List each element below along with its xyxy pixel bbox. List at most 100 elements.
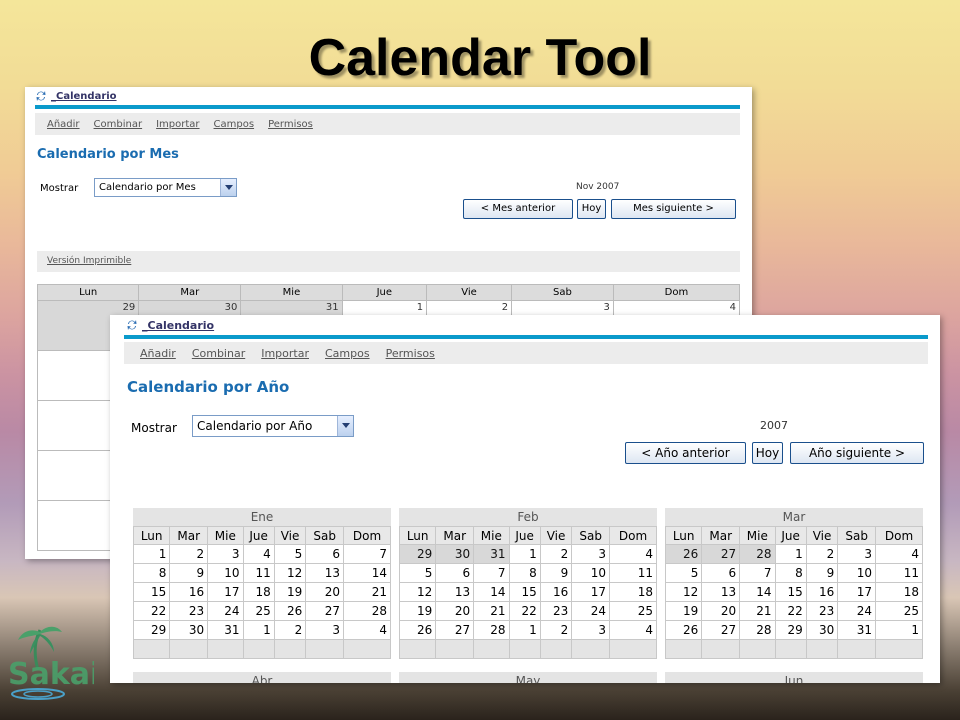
day-cell[interactable]: 20 <box>305 582 345 602</box>
day-cell[interactable]: 9 <box>805 563 839 583</box>
day-cell[interactable]: 3 <box>571 620 611 640</box>
day-cell[interactable]: 2 <box>539 544 573 564</box>
day-cell[interactable]: 12 <box>273 563 307 583</box>
day-cell[interactable]: 29 <box>398 544 437 564</box>
day-cell[interactable]: 16 <box>539 582 573 602</box>
day-cell[interactable]: 18 <box>609 582 657 602</box>
day-cell[interactable]: 20 <box>435 601 475 621</box>
day-cell[interactable] <box>273 639 307 659</box>
day-cell[interactable]: 9 <box>169 563 209 583</box>
month-name[interactable]: Mar <box>665 508 923 526</box>
day-cell[interactable]: 7 <box>739 563 776 583</box>
today-button[interactable]: Hoy <box>752 442 783 464</box>
day-cell[interactable]: 13 <box>305 563 345 583</box>
day-cell[interactable]: 19 <box>273 582 307 602</box>
day-cell[interactable]: 14 <box>473 582 510 602</box>
day-cell[interactable]: 29 <box>132 620 171 640</box>
menu-permissions[interactable]: Permisos <box>268 119 313 130</box>
day-cell[interactable]: 4 <box>242 544 275 564</box>
day-cell[interactable] <box>774 639 807 659</box>
day-cell[interactable]: 1 <box>875 620 923 640</box>
day-cell[interactable]: 3 <box>207 544 244 564</box>
menu-add[interactable]: Añadir <box>140 347 176 360</box>
day-cell[interactable] <box>508 639 541 659</box>
day-cell[interactable]: 31 <box>473 544 510 564</box>
day-cell[interactable]: 4 <box>875 544 923 564</box>
day-cell[interactable]: 31 <box>837 620 877 640</box>
day-cell[interactable]: 2 <box>539 620 573 640</box>
day-cell[interactable]: 12 <box>398 582 437 602</box>
day-cell[interactable] <box>739 639 776 659</box>
day-cell[interactable] <box>701 639 741 659</box>
refresh-icon[interactable] <box>126 319 138 331</box>
day-cell[interactable]: 1 <box>508 620 541 640</box>
day-cell[interactable]: 29 <box>774 620 807 640</box>
day-cell[interactable]: 4 <box>609 544 657 564</box>
day-cell[interactable]: 13 <box>701 582 741 602</box>
menu-import[interactable]: Importar <box>156 119 199 130</box>
menu-fields[interactable]: Campos <box>325 347 370 360</box>
day-cell[interactable]: 10 <box>571 563 611 583</box>
day-cell[interactable] <box>837 639 877 659</box>
day-cell[interactable]: 16 <box>805 582 839 602</box>
prev-year-button[interactable]: < Año anterior <box>625 442 746 464</box>
day-cell[interactable] <box>343 639 391 659</box>
day-cell[interactable]: 14 <box>343 563 391 583</box>
view-select[interactable]: Calendario por Año <box>192 415 354 437</box>
month-name[interactable]: Jun <box>665 672 923 683</box>
day-cell[interactable] <box>539 639 573 659</box>
day-cell[interactable]: 5 <box>664 563 703 583</box>
day-cell[interactable]: 23 <box>805 601 839 621</box>
day-cell[interactable] <box>435 639 475 659</box>
day-cell[interactable]: 4 <box>343 620 391 640</box>
day-cell[interactable]: 7 <box>473 563 510 583</box>
tool-title-link[interactable]: _Calendario <box>51 91 117 102</box>
day-cell[interactable]: 12 <box>664 582 703 602</box>
day-cell[interactable] <box>473 639 510 659</box>
day-cell[interactable]: 28 <box>739 620 776 640</box>
day-cell[interactable]: 30 <box>805 620 839 640</box>
day-cell[interactable]: 30 <box>169 620 209 640</box>
menu-merge[interactable]: Combinar <box>192 347 245 360</box>
menu-merge[interactable]: Combinar <box>94 119 143 130</box>
day-cell[interactable] <box>875 639 923 659</box>
day-cell[interactable]: 30 <box>435 544 475 564</box>
day-cell[interactable]: 6 <box>435 563 475 583</box>
day-cell[interactable]: 26 <box>398 620 437 640</box>
today-button[interactable]: Hoy <box>577 199 606 219</box>
day-cell[interactable]: 6 <box>305 544 345 564</box>
day-cell[interactable]: 11 <box>609 563 657 583</box>
day-cell[interactable]: 28 <box>473 620 510 640</box>
menu-permissions[interactable]: Permisos <box>386 347 435 360</box>
day-cell[interactable] <box>805 639 839 659</box>
day-cell[interactable]: 18 <box>875 582 923 602</box>
day-cell[interactable]: 3 <box>571 544 611 564</box>
day-cell[interactable] <box>242 639 275 659</box>
day-cell[interactable]: 1 <box>774 544 807 564</box>
day-cell[interactable]: 17 <box>837 582 877 602</box>
day-cell[interactable]: 9 <box>539 563 573 583</box>
day-cell[interactable]: 2 <box>805 544 839 564</box>
day-cell[interactable]: 10 <box>837 563 877 583</box>
day-cell[interactable]: 8 <box>508 563 541 583</box>
menu-import[interactable]: Importar <box>261 347 309 360</box>
day-cell[interactable]: 1 <box>508 544 541 564</box>
day-cell[interactable]: 21 <box>739 601 776 621</box>
chevron-down-icon[interactable] <box>337 416 353 436</box>
day-cell[interactable]: 8 <box>132 563 171 583</box>
day-cell[interactable]: 17 <box>571 582 611 602</box>
day-cell[interactable]: 5 <box>398 563 437 583</box>
day-cell[interactable] <box>571 639 611 659</box>
day-cell[interactable]: 13 <box>435 582 475 602</box>
day-cell[interactable]: 18 <box>242 582 275 602</box>
day-cell[interactable]: 27 <box>435 620 475 640</box>
day-cell[interactable]: 8 <box>774 563 807 583</box>
day-cell[interactable]: 21 <box>343 582 391 602</box>
day-cell[interactable]: 31 <box>207 620 244 640</box>
day-cell[interactable]: 22 <box>508 601 541 621</box>
day-cell[interactable]: 27 <box>701 544 741 564</box>
day-cell[interactable]: 16 <box>169 582 209 602</box>
chevron-down-icon[interactable] <box>220 179 236 196</box>
day-cell[interactable] <box>305 639 345 659</box>
refresh-icon[interactable] <box>35 90 47 102</box>
